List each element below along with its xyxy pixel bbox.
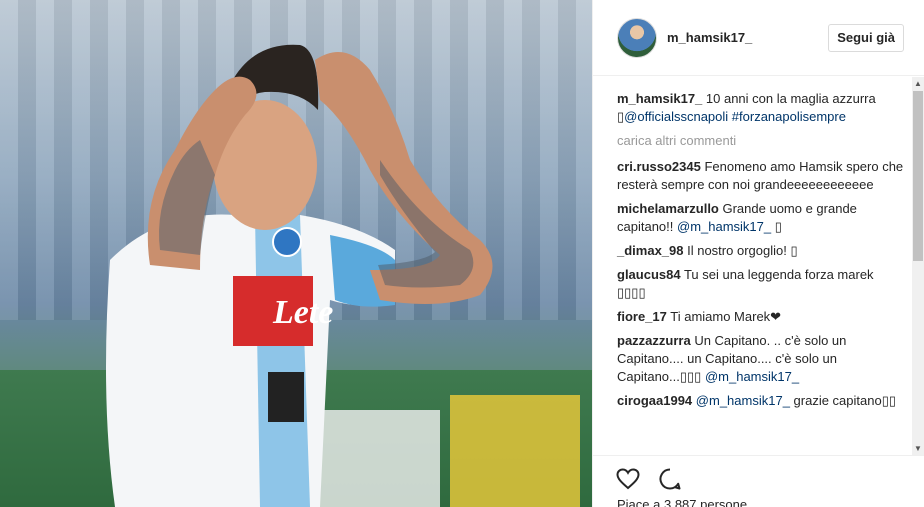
caption: m_hamsik17_ 10 anni con la maglia azzurr… [617,90,905,126]
caption-mention[interactable]: @officialsscnapoli [624,109,728,124]
comment-item: cri.russo2345 Fenomeno amo Hamsik spero … [617,158,905,194]
comment-item: glaucus84 Tu sei una leggenda forza mare… [617,266,905,302]
comment-text-after: grazie capitano▯▯ [789,393,897,408]
comments-scrollbar[interactable]: ▲ ▼ [912,77,924,455]
instagram-post: Lete m_hamsik17_ Segui già m_hamsik17_ 1… [0,0,924,507]
load-more-comments[interactable]: carica altri commenti [617,132,905,150]
following-button[interactable]: Segui già [828,23,904,52]
post-header: m_hamsik17_ Segui già [593,0,924,76]
likes-count[interactable]: Piace a 3.887 persone [617,497,747,507]
username-link[interactable]: m_hamsik17_ [667,30,828,45]
comment-icon[interactable] [657,466,683,492]
scroll-up-icon[interactable]: ▲ [914,79,922,88]
comment-author[interactable]: glaucus84 [617,267,681,282]
comment-author[interactable]: fiore_17 [617,309,667,324]
scrollbar-thumb[interactable] [913,91,923,261]
comment-author[interactable]: pazzazzurra [617,333,691,348]
comment-text: Ti amiamo Marek❤ [666,309,782,324]
comment-text: Il nostro orgoglio! ▯ [683,243,798,258]
caption-text: 10 anni con la maglia azzurra [702,91,876,106]
post-sidebar: m_hamsik17_ Segui già m_hamsik17_ 10 ann… [592,0,924,507]
comment-mention[interactable]: @m_hamsik17_ [677,219,771,234]
player-figure: Lete [106,44,493,507]
heart-icon[interactable] [615,466,641,492]
comment-author[interactable]: michelamarzullo [617,201,719,216]
comment-item: fiore_17 Ti amiamo Marek❤ [617,308,905,326]
comments-list: m_hamsik17_ 10 anni con la maglia azzurr… [593,77,924,455]
post-photo[interactable]: Lete [0,0,592,507]
jersey-sponsor-text: Lete [272,294,333,331]
comment-text-after: ▯ [771,219,782,234]
scroll-down-icon[interactable]: ▼ [914,444,922,453]
comment-item: pazzazzurra Un Capitano. .. c'è solo un … [617,332,905,386]
caption-author[interactable]: m_hamsik17_ [617,91,702,106]
comment-author[interactable]: cirogaa1994 [617,393,692,408]
comment-author[interactable]: cri.russo2345 [617,159,701,174]
avatar[interactable] [617,17,657,58]
comment-item: michelamarzullo Grande uomo e grande cap… [617,200,905,236]
comment-author[interactable]: _dimax_98 [617,243,684,258]
comment-mention[interactable]: @m_hamsik17_ [705,369,799,384]
comment-item: _dimax_98 Il nostro orgoglio! ▯ [617,242,905,260]
caption-hashtag[interactable]: #forzanapolisempre [732,109,846,124]
comment-item: cirogaa1994 @m_hamsik17_ grazie capitano… [617,392,905,410]
comment-mention[interactable]: @m_hamsik17_ [696,393,790,408]
